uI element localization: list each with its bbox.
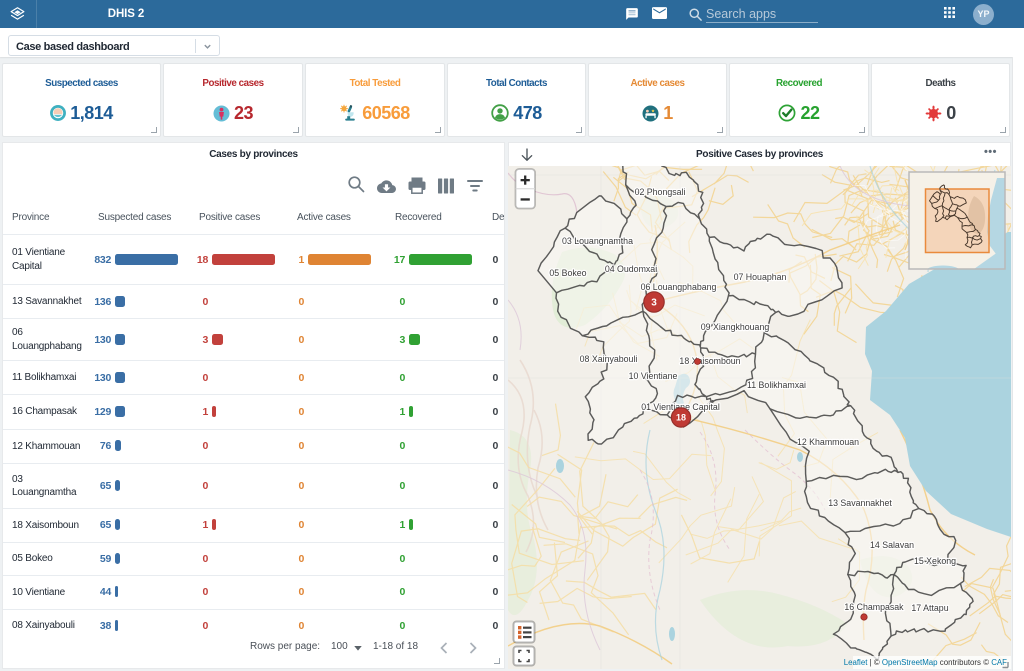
svg-text:3: 3 bbox=[651, 298, 657, 309]
svg-text:17 Attapu: 17 Attapu bbox=[911, 603, 948, 613]
svg-text:18: 18 bbox=[676, 413, 686, 423]
svg-text:09 Xiangkhouang: 09 Xiangkhouang bbox=[701, 322, 770, 332]
svg-text:03 Louangnamtha: 03 Louangnamtha bbox=[562, 236, 633, 246]
svg-text:05 Bokeo: 05 Bokeo bbox=[549, 268, 586, 278]
svg-text:02 Phongsali: 02 Phongsali bbox=[635, 187, 686, 197]
svg-text:06 Louangphabang: 06 Louangphabang bbox=[641, 282, 717, 292]
svg-text:04 Oudomxai: 04 Oudomxai bbox=[605, 264, 657, 274]
svg-text:08 Xainyabouli: 08 Xainyabouli bbox=[580, 354, 638, 364]
svg-text:13 Savannakhet: 13 Savannakhet bbox=[828, 498, 892, 508]
svg-text:14 Salavan: 14 Salavan bbox=[870, 540, 914, 550]
svg-text:15 Xekong: 15 Xekong bbox=[914, 556, 956, 566]
svg-text:Leaflet | © OpenStreetMap cont: Leaflet | © OpenStreetMap contributors ©… bbox=[844, 658, 1007, 667]
svg-text:16 Champasak: 16 Champasak bbox=[844, 602, 904, 612]
svg-text:07 Houaphan: 07 Houaphan bbox=[734, 272, 787, 282]
svg-text:12 Khammouan: 12 Khammouan bbox=[797, 437, 859, 447]
svg-text:18 Xaisomboun: 18 Xaisomboun bbox=[679, 356, 740, 366]
svg-text:10 Vientiane: 10 Vientiane bbox=[629, 371, 678, 381]
svg-text:11 Bolikhamxai: 11 Bolikhamxai bbox=[747, 380, 806, 390]
